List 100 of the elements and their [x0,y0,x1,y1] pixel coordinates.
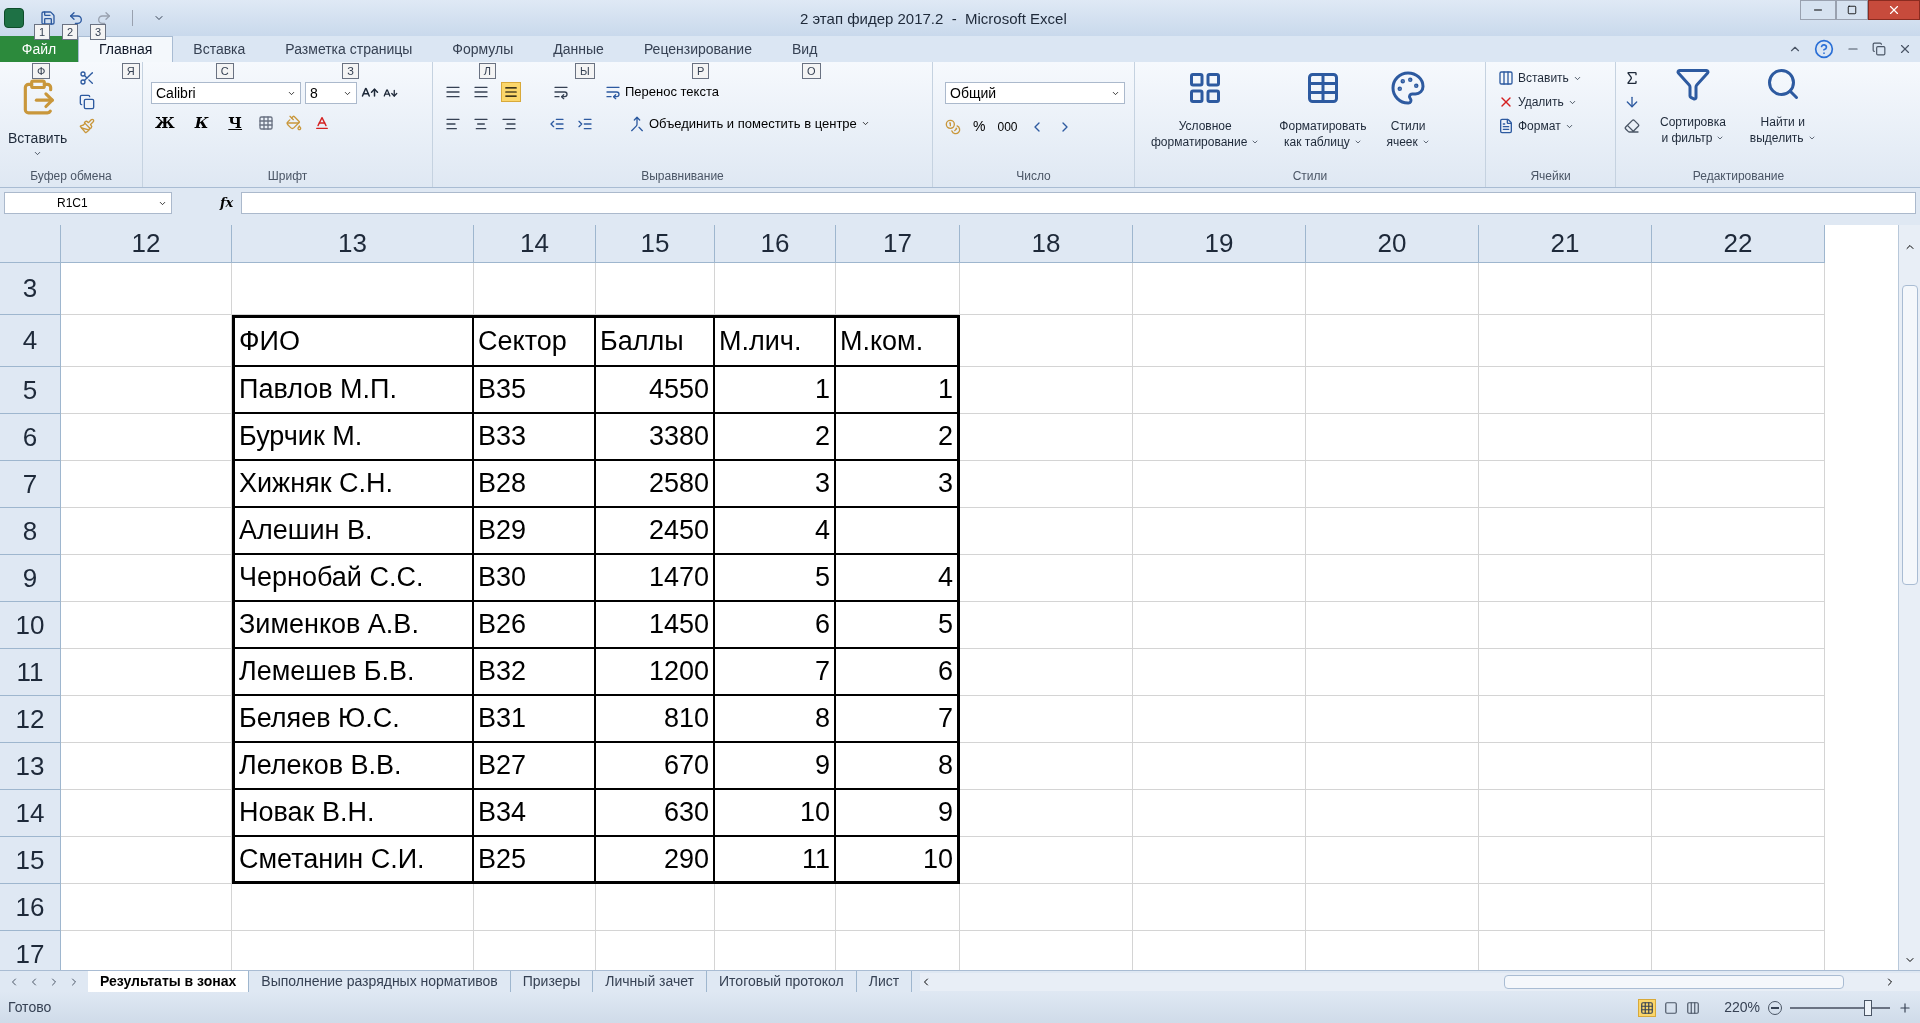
table-cell: В29 [474,508,596,555]
thousands-button[interactable]: 000 [997,117,1018,136]
row-header[interactable]: 17 [0,931,61,970]
format-cells-button[interactable]: Формат [1494,114,1586,138]
document-icon [1498,118,1514,134]
format-table-button[interactable]: Форматировать как таблицу [1275,70,1371,167]
cell-styles-button[interactable]: Стили ячеек [1382,70,1434,167]
merge-icon [629,115,645,132]
table-cell: 5 [836,602,960,649]
row-header[interactable]: 8 [0,508,61,555]
row-header[interactable]: 4 [0,315,61,367]
table-cell: 810 [596,696,715,743]
ribbon-tab[interactable]: Данные [533,36,624,62]
number-format-field[interactable]: Общий [945,82,1125,104]
table-cell: 1200 [596,649,715,696]
close-button[interactable] [1868,0,1920,20]
row-header[interactable]: 7 [0,461,61,508]
scrollbar-thumb[interactable] [1901,285,1918,585]
eraser-icon [1624,118,1640,134]
group-label: Редактирование [1691,168,1786,185]
table-cell: 8 [836,743,960,790]
wrap-text-button[interactable]: Перенос текста [605,82,719,102]
sort-filter-button[interactable]: Сортировка и фильтр [1656,66,1730,167]
normal-view-icon[interactable] [1638,998,1657,1017]
column-header[interactable]: 15 [596,225,715,263]
table-cell: 2 [715,414,836,461]
column-header[interactable]: 21 [1479,225,1652,263]
ribbon-tab[interactable]: Формулы [432,36,534,62]
font-color-icon [314,115,331,132]
table-cell: 4550 [596,367,715,414]
file-tab[interactable]: Файл [0,36,78,62]
row-header[interactable]: 14 [0,790,61,837]
minimize-button[interactable] [1800,0,1836,20]
row-header[interactable]: 12 [0,696,61,743]
column-header[interactable]: 16 [715,225,836,263]
row-header[interactable]: 13 [0,743,61,790]
horizontal-scrollbar[interactable] [920,972,1920,991]
table-cell: 7 [715,649,836,696]
table-cell: 9 [715,743,836,790]
table-cell: 1 [715,367,836,414]
column-header[interactable]: 20 [1306,225,1479,263]
percent-button[interactable]: % [973,116,986,137]
table-cell: Зименков А.В. [232,602,474,649]
font-size-field[interactable]: 8 [305,82,357,104]
row-header[interactable]: 15 [0,837,61,884]
conditional-format-button[interactable]: Условное форматирование [1147,70,1264,167]
find-select-button[interactable]: Найти и выделить [1745,66,1820,167]
name-box[interactable]: R1C1 [4,192,172,214]
italic-button[interactable]: К [190,112,213,135]
row-header[interactable]: 6 [0,414,61,461]
zoom-thumb[interactable] [1863,999,1872,1016]
align-middle-icon [473,84,489,100]
scrollbar-thumb[interactable] [1504,974,1844,989]
row-header[interactable]: 9 [0,555,61,602]
row-header[interactable]: 5 [0,367,61,414]
ribbon-tab[interactable]: Главная [78,36,174,62]
help-icon [1814,39,1834,59]
close-icon [1887,3,1901,17]
column-header[interactable]: 17 [836,225,960,263]
zoom-in-icon [1898,1000,1912,1015]
table-cell: 8 [715,696,836,743]
column-header[interactable]: 18 [960,225,1133,263]
table-cell: В32 [474,649,596,696]
column-header[interactable]: 13 [232,225,474,263]
maximize-button[interactable] [1836,0,1868,20]
column-header[interactable]: 12 [61,225,232,263]
zoom-level[interactable]: 220% [1724,997,1760,1018]
fill-down-icon [1624,94,1640,110]
ribbon-tab[interactable]: Вставка [173,36,266,62]
column-header[interactable]: 14 [474,225,596,263]
sheet-tab[interactable]: Результаты в зонах [88,970,250,993]
group-label: Выравнивание [640,168,725,185]
column-header[interactable]: 22 [1652,225,1825,263]
caret-icon [1807,134,1816,142]
keytip: Ы [574,63,595,79]
row-header[interactable]: 11 [0,649,61,696]
ribbon-tab[interactable]: Разметка страницы [265,36,433,62]
underline-button[interactable]: Ч [224,112,247,135]
table-cell: ФИО [232,315,474,367]
column-header[interactable]: 19 [1133,225,1306,263]
table-cell: 1 [836,367,960,414]
bold-button[interactable]: Ж [151,112,179,135]
row-header[interactable]: 16 [0,884,61,931]
font-name-field[interactable]: Calibri [151,82,301,104]
zoom-slider[interactable] [1790,999,1890,1016]
keytip: Ф [32,63,51,79]
delete-cells-button[interactable]: Удалить [1494,90,1586,114]
ribbon-tab[interactable]: Вид [772,36,838,62]
keytip: З [342,63,359,79]
ribbon-tab[interactable]: Рецензирование [623,36,772,62]
insert-cells-button[interactable]: Вставить [1494,66,1586,90]
palette-icon [1390,70,1427,106]
row-header[interactable]: 3 [0,263,61,315]
vertical-scrollbar[interactable] [1898,225,1920,970]
keytip: 3 [90,24,107,40]
borders-icon [258,115,275,132]
formula-field[interactable] [241,192,1916,214]
row-header[interactable]: 10 [0,602,61,649]
merge-center-button[interactable]: Объединить и поместить в центре [629,114,870,134]
table-cell: Беляев Ю.С. [232,696,474,743]
